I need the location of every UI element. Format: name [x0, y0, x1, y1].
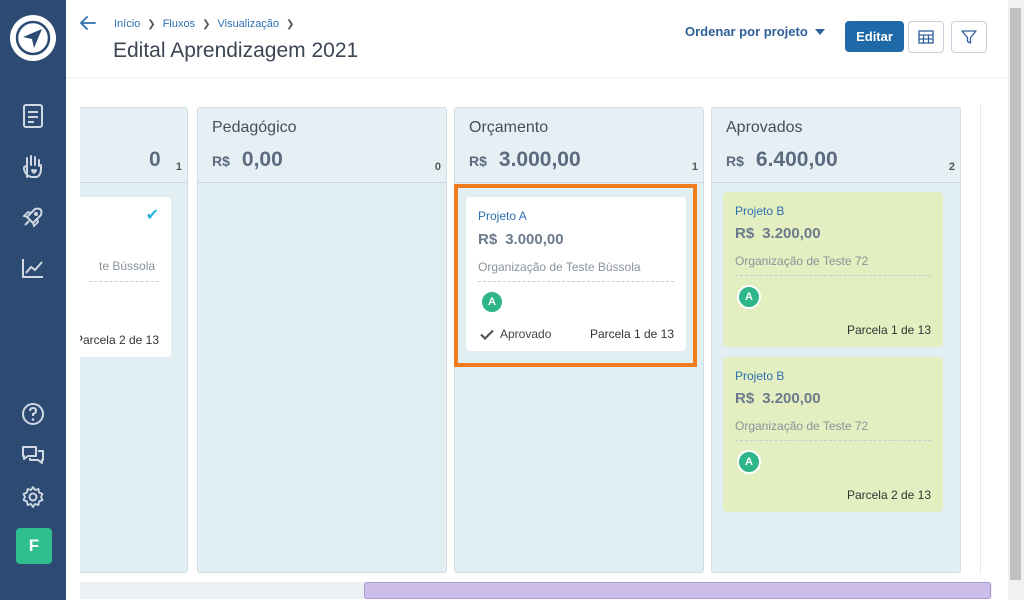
- card-divider: [735, 440, 931, 441]
- column-title: Aprovados: [726, 119, 803, 136]
- table-icon: [918, 30, 934, 44]
- chevron-right-icon: ❯: [147, 18, 156, 30]
- breadcrumb-inicio[interactable]: Início: [114, 18, 140, 30]
- sort-dropdown[interactable]: Ordenar por projeto: [685, 24, 825, 39]
- column-title: Orçamento: [469, 119, 549, 136]
- column-header: Aprovados R$ 6.400,00 2: [712, 108, 960, 183]
- card-divider: [89, 281, 159, 282]
- edit-button[interactable]: Editar: [845, 21, 904, 52]
- column-total: R$ 3.000,00: [469, 148, 581, 171]
- chart-line-icon[interactable]: [17, 252, 49, 284]
- user-avatar[interactable]: F: [16, 528, 52, 564]
- card-avatar: A: [737, 450, 761, 474]
- column-total: 0: [149, 148, 161, 171]
- column-total: R$ 6.400,00: [726, 148, 838, 171]
- check-icon: ✔: [145, 207, 159, 224]
- card-parcel: Parcela 2 de 13: [80, 333, 159, 347]
- chevron-right-icon: ❯: [202, 18, 211, 30]
- app-logo[interactable]: [10, 15, 56, 61]
- column-count: 1: [175, 161, 182, 173]
- page-title: Edital Aprendizagem 2021: [113, 39, 359, 62]
- project-card[interactable]: ✔ te Bússola Parcela 2 de 13: [80, 197, 171, 357]
- card-amount: R$ 3.200,00: [735, 390, 821, 407]
- table-view-button[interactable]: [908, 21, 944, 53]
- page-header: Início ❯ Fluxos ❯ Visualização ❯ Edital …: [66, 0, 1008, 78]
- caret-down-icon: [814, 28, 825, 35]
- column-count: 2: [948, 161, 955, 173]
- column-header: Orçamento R$ 3.000,00 1: [455, 108, 703, 183]
- compass-logo-icon: [11, 16, 55, 60]
- card-organization: te Bússola: [99, 259, 156, 273]
- sort-label: Ordenar por projeto: [685, 24, 808, 39]
- board-divider: [980, 104, 981, 574]
- project-card[interactable]: Projeto B R$ 3.200,00 Organização de Tes…: [723, 357, 943, 512]
- sidebar: F: [0, 0, 66, 600]
- column-count: 1: [691, 161, 698, 173]
- column-cut: 0 1 ✔ te Bússola Parcela 2 de 13: [80, 107, 188, 573]
- card-project-name[interactable]: Projeto B: [735, 204, 784, 218]
- chevron-right-icon: ❯: [286, 18, 295, 30]
- rocket-icon[interactable]: [17, 201, 49, 233]
- back-arrow-icon[interactable]: [80, 16, 96, 35]
- card-organization: Organização de Teste 72: [735, 419, 869, 433]
- card-divider: [735, 275, 931, 276]
- breadcrumb: Início ❯ Fluxos ❯ Visualização ❯: [114, 18, 294, 30]
- chat-icon[interactable]: [17, 439, 49, 471]
- column-header: 0 1: [80, 108, 187, 183]
- hand-heart-icon[interactable]: [17, 150, 49, 182]
- filter-icon: [961, 30, 977, 44]
- help-icon[interactable]: [17, 398, 49, 430]
- vertical-scrollbar-thumb[interactable]: [1010, 8, 1021, 580]
- card-parcel: Parcela 1 de 13: [846, 323, 931, 337]
- filter-button[interactable]: [951, 21, 987, 53]
- column-header: Pedagógico R$ 0,00 0: [198, 108, 446, 183]
- card-organization: Organização de Teste 72: [735, 254, 869, 268]
- document-icon[interactable]: [17, 100, 49, 132]
- card-amount: R$ 3.200,00: [735, 225, 821, 242]
- card-avatar: A: [737, 285, 761, 309]
- column-pedagogico: Pedagógico R$ 0,00 0: [197, 107, 447, 573]
- settings-gear-icon[interactable]: [17, 481, 49, 513]
- column-title: Pedagógico: [212, 119, 297, 136]
- breadcrumb-fluxos[interactable]: Fluxos: [163, 18, 195, 30]
- card-project-name[interactable]: Projeto B: [735, 369, 784, 383]
- project-card[interactable]: Projeto B R$ 3.200,00 Organização de Tes…: [723, 192, 943, 347]
- column-total: R$ 0,00: [212, 148, 283, 171]
- breadcrumb-visualizacao[interactable]: Visualização: [217, 18, 279, 30]
- column-aprovados: Aprovados R$ 6.400,00 2 Projeto B R$ 3.2…: [711, 107, 961, 573]
- selection-highlight: [454, 184, 697, 367]
- column-count: 0: [434, 161, 441, 173]
- horizontal-scrollbar-thumb[interactable]: [364, 582, 991, 599]
- card-parcel: Parcela 2 de 13: [846, 488, 931, 502]
